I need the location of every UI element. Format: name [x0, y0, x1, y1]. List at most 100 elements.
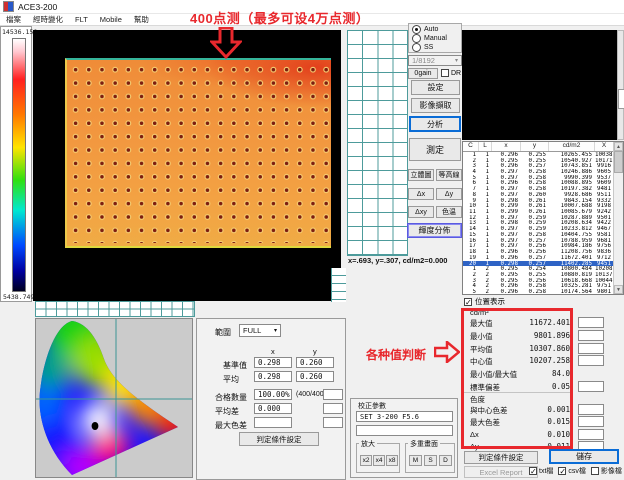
average-y-value: 0.260	[300, 372, 323, 381]
color-temp-button[interactable]: 色温	[436, 206, 462, 218]
reference-x-value: 0.298	[258, 358, 281, 367]
file-option-csv檔[interactable]: ✓csv檔	[558, 466, 586, 476]
file-option-checkbox[interactable]	[591, 467, 599, 475]
range-label: 範圍	[215, 327, 231, 338]
stat-value: 10307.860	[529, 344, 570, 353]
excel-report-button[interactable]: Excel Report	[464, 466, 538, 478]
shutter-select[interactable]: 1/8192 ▾	[408, 55, 462, 66]
data-grid-strip	[35, 301, 195, 317]
zero-gain-button[interactable]: 0gain	[408, 68, 438, 79]
image-scrollbar-thumb[interactable]	[618, 89, 624, 109]
reference-label: 基準值	[223, 360, 247, 371]
file-option-checkbox[interactable]: ✓	[558, 467, 566, 475]
calibration-panel: 校正參數 SET 3-200 F5.6 放大 x2 x4 x8 多重畫面 M S…	[350, 398, 458, 478]
measure-button[interactable]: 測定	[409, 138, 461, 161]
camera-image-panel[interactable]	[462, 30, 617, 140]
delta-y-button[interactable]: Δy	[436, 188, 462, 200]
stat-label: 最小值/最大值	[470, 369, 517, 380]
pass-count-value: (400/400)	[296, 391, 326, 398]
reference-y-field[interactable]: 0.260	[296, 357, 334, 368]
analyze-button[interactable]: 分析	[409, 116, 461, 132]
table-cell: 0.296	[492, 289, 521, 295]
multi-s-button[interactable]: S	[424, 455, 437, 466]
zoom-x2-button[interactable]: x2	[360, 455, 372, 466]
max-diff-field	[254, 417, 292, 428]
menu-item-3[interactable]: Mobile	[100, 15, 122, 24]
menu-item-0[interactable]: 檔案	[6, 14, 21, 25]
dr-checkbox[interactable]	[441, 69, 449, 77]
scroll-down-icon[interactable]: ▼	[614, 285, 623, 294]
stat-row: 中心值10207.258	[462, 355, 624, 367]
judge-result-box	[578, 343, 604, 354]
contour-button[interactable]: 等高線	[436, 169, 462, 181]
table-column-header: C	[463, 142, 479, 151]
data-grid-panel[interactable]	[347, 30, 408, 256]
radio-ss-icon[interactable]	[412, 43, 421, 52]
reference-x-field[interactable]: 0.298	[254, 357, 292, 368]
app-window: ACE3-200 檔案經時變化FLTMobile幫助 14536.156 543…	[0, 0, 624, 480]
radio-manual[interactable]: Manual	[412, 34, 458, 43]
file-option-影像檔[interactable]: 影像檔	[591, 466, 622, 476]
multi-d-button[interactable]: D	[439, 455, 452, 466]
reference-y-value: 0.260	[300, 358, 323, 367]
cie-chromaticity-panel[interactable]	[35, 318, 193, 478]
delta-xy-button[interactable]: Δxy	[408, 206, 434, 218]
menu-item-2[interactable]: FLT	[75, 15, 88, 24]
menu-item-1[interactable]: 經時變化	[33, 14, 63, 25]
stat-label: 中心值	[470, 356, 493, 367]
avg-diff-label: 平均差	[215, 406, 239, 417]
table-column-header: y	[521, 142, 549, 151]
radio-manual-icon[interactable]	[412, 34, 421, 43]
judge-condition-button[interactable]: 判定條件設定	[464, 451, 538, 464]
table-row[interactable]: 520.2960.25810174.5649801	[463, 289, 614, 295]
position-display-row[interactable]: ✓ 位置表示	[464, 296, 505, 307]
radio-auto-icon[interactable]	[412, 25, 421, 34]
delta-x-button[interactable]: Δx	[408, 188, 434, 200]
view-3d-button[interactable]: 立體圖	[408, 169, 434, 181]
file-option-checkbox[interactable]: ✓	[529, 467, 537, 475]
calibration-value2-field[interactable]	[356, 425, 453, 436]
dr-checkbox-row[interactable]: DR	[441, 69, 461, 77]
average-x-field[interactable]: 0.298	[254, 371, 292, 382]
zoom-x8-button[interactable]: x8	[386, 455, 398, 466]
judge-result-box	[578, 330, 604, 341]
zoom-x4-button[interactable]: x4	[373, 455, 385, 466]
menu-item-4[interactable]: 幫助	[134, 14, 149, 25]
white-point-marker	[92, 422, 99, 430]
calibration-value-field[interactable]: SET 3-200 F5.6	[356, 411, 453, 422]
multi-m-button[interactable]: M	[409, 455, 422, 466]
file-options: ✓txt檔 ✓csv檔 影像檔	[529, 466, 624, 476]
max-diff-label: 最大色差	[215, 420, 247, 431]
position-display-checkbox[interactable]: ✓	[464, 298, 472, 306]
file-option-label: 影像檔	[601, 466, 622, 476]
image-scrollbar[interactable]	[617, 30, 624, 140]
range-select[interactable]: FULL ▾	[239, 324, 281, 337]
average-label: 平均	[223, 374, 239, 385]
image-capture-button[interactable]: 影像擷取	[411, 98, 460, 113]
heatmap-viewport[interactable]	[33, 30, 341, 301]
calibration-group-label: 校正參數	[356, 401, 388, 411]
color-scale-panel: 14536.156 5438.749	[0, 26, 32, 302]
settings-button[interactable]: 設定	[411, 80, 460, 95]
table-scrollbar-thumb[interactable]	[614, 151, 623, 173]
chroma-judge-condition-button[interactable]: 判定條件設定	[239, 432, 319, 446]
avg-diff-judge-box	[323, 403, 343, 414]
table-scrollbar[interactable]: ▲ ▼	[613, 142, 623, 294]
table-cell: 5	[463, 289, 479, 295]
file-option-txt檔[interactable]: ✓txt檔	[529, 466, 553, 476]
average-y-field[interactable]: 0.260	[296, 371, 334, 382]
stat-label: 平均值	[470, 344, 493, 355]
scroll-up-icon[interactable]: ▲	[614, 142, 623, 151]
radio-ss[interactable]: SS	[412, 43, 458, 52]
stat-label: Δy	[470, 442, 479, 451]
chromaticity-panel: 範圍 FULL ▾ x y 基準值 0.298 0.260 平均 0.298 0…	[196, 318, 346, 480]
save-button[interactable]: 儲存	[549, 449, 619, 464]
judge-result-box	[578, 404, 604, 415]
luminance-distribution-button[interactable]: 輝度分佈	[407, 223, 462, 238]
pass-percent-field: 100.00%	[254, 389, 292, 400]
stat-row: 與中心色差0.001	[462, 404, 624, 416]
average-x-value: 0.298	[258, 372, 281, 381]
radio-auto[interactable]: Auto	[412, 25, 458, 34]
pass-count-label: 合格數量	[215, 392, 247, 403]
heatmap-measurement-area[interactable]	[65, 58, 331, 248]
